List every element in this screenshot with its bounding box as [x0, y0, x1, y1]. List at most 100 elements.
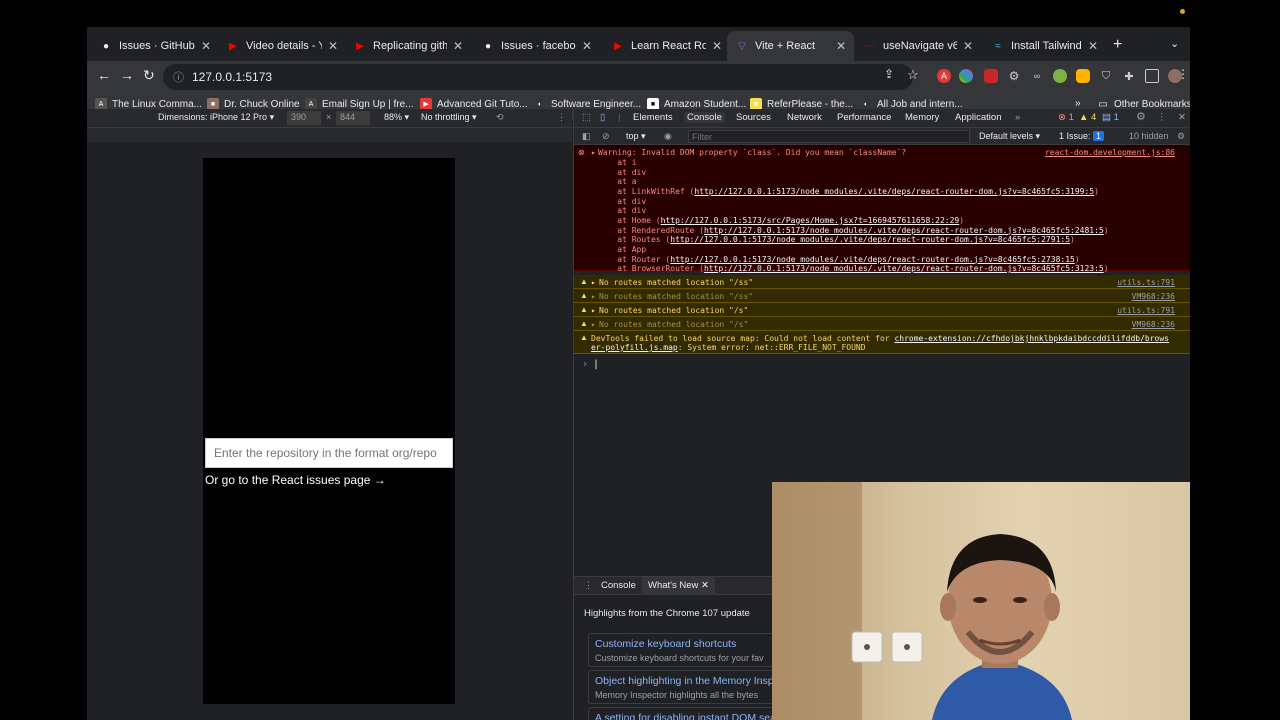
- drawer-tab-whats-new[interactable]: What's New ✕: [642, 577, 715, 595]
- tab-application[interactable]: Application: [955, 112, 1001, 123]
- device-toggle-icon[interactable]: ▯: [600, 112, 605, 123]
- browser-tab[interactable]: ≈ Install Tailwind CSS ✕: [983, 31, 1106, 61]
- drawer-tab-console[interactable]: Console: [601, 580, 636, 591]
- viewport-width-input[interactable]: 390: [287, 111, 321, 125]
- close-tab-icon[interactable]: ✕: [582, 39, 592, 53]
- adblock-icon[interactable]: A: [937, 69, 951, 83]
- browser-tab[interactable]: ▶ Learn React Router ✕: [603, 31, 730, 61]
- zoom-dropdown[interactable]: 88% ▾: [384, 112, 409, 123]
- context-dropdown[interactable]: top ▾: [626, 131, 646, 142]
- close-tab-icon[interactable]: ✕: [836, 39, 846, 53]
- browser-tab[interactable]: ⋯ useNavigate v6.4.2 ✕: [855, 31, 981, 61]
- device-menu-icon[interactable]: ⋮: [557, 112, 566, 123]
- drawer-menu-icon[interactable]: ⋮: [584, 580, 593, 591]
- new-tab-icon[interactable]: +: [1113, 36, 1122, 54]
- extension-glasses-icon[interactable]: ∞: [1030, 69, 1044, 83]
- close-devtools-icon[interactable]: ✕: [1178, 112, 1186, 123]
- warning-source-link[interactable]: VM968:236: [1132, 320, 1175, 329]
- browser-tab[interactable]: ▶ Video details - You ✕: [218, 31, 346, 61]
- close-tab-icon[interactable]: ✕: [453, 39, 463, 53]
- react-issues-link[interactable]: Or go to the React issues page →: [205, 473, 386, 487]
- bookmark-star-icon[interactable]: ☆: [907, 67, 919, 83]
- browser-menu-icon[interactable]: ⋮: [1177, 67, 1189, 81]
- settings-icon[interactable]: ⚙: [1136, 110, 1146, 123]
- viewport-height-input[interactable]: 844: [336, 111, 370, 125]
- tab-performance[interactable]: Performance: [837, 112, 891, 123]
- warning-source-link[interactable]: utils.ts:791: [1117, 278, 1175, 287]
- tab-sources[interactable]: Sources: [736, 112, 771, 123]
- extension-green-icon[interactable]: [1053, 69, 1067, 83]
- browser-tab[interactable]: ● Issues · GitHub Do ✕: [91, 31, 219, 61]
- browser-tab[interactable]: ▶ Replicating github ✕: [345, 31, 471, 61]
- tab-network[interactable]: Network: [787, 112, 822, 123]
- warning-expand-icon[interactable]: ▸: [591, 278, 596, 287]
- rotate-icon[interactable]: ⟲: [496, 112, 504, 123]
- close-tab-icon[interactable]: ✕: [963, 39, 973, 53]
- tab-title: Learn React Router: [631, 40, 706, 52]
- stack-frame-link[interactable]: http://127.0.0.1:5173/node_modules/.vite…: [670, 235, 1070, 244]
- levels-dropdown[interactable]: Default levels ▾: [979, 131, 1040, 142]
- more-bookmarks-icon[interactable]: »: [1075, 98, 1081, 109]
- console-settings-icon[interactable]: ⚙: [1177, 131, 1185, 142]
- inspect-element-icon[interactable]: ⬚: [582, 112, 591, 123]
- tab-memory[interactable]: Memory: [905, 112, 939, 123]
- sourcemap-link-cont[interactable]: er-polyfill.js.map: [591, 343, 678, 352]
- stack-frame-link[interactable]: http://127.0.0.1:5173/node_modules/.vite…: [694, 187, 1094, 196]
- console-filter-input[interactable]: [688, 130, 970, 143]
- extension-red-icon[interactable]: [984, 69, 998, 83]
- close-tab-icon[interactable]: ✕: [201, 39, 211, 53]
- stack-frame-link[interactable]: http://127.0.0.1:5173/node_modules/.vite…: [704, 226, 1104, 235]
- error-count-badge[interactable]: ⊗ 1: [1058, 112, 1074, 123]
- close-whats-new-icon[interactable]: ✕: [701, 580, 709, 591]
- repository-input[interactable]: [205, 438, 453, 468]
- card-title[interactable]: Customize keyboard shortcuts: [595, 638, 736, 650]
- shield-icon[interactable]: ⛉: [1099, 69, 1113, 83]
- forward-icon[interactable]: →: [120, 67, 134, 83]
- stack-frame-close: ): [1103, 225, 1109, 235]
- sidebar-toggle-icon[interactable]: ◧: [582, 131, 591, 142]
- card-description: Memory Inspector highlights all the byte…: [595, 690, 759, 700]
- error-expand-icon[interactable]: ▸: [591, 148, 596, 157]
- close-tab-icon[interactable]: ✕: [712, 39, 722, 53]
- sourcemap-link[interactable]: chrome-extension://cfhdojbkjhnklbpkdaibd…: [894, 334, 1169, 343]
- extension-yellow-icon[interactable]: [1076, 69, 1090, 83]
- back-icon[interactable]: ←: [97, 67, 111, 83]
- stack-frame-text: at div: [598, 196, 647, 206]
- tab-console[interactable]: Console: [684, 112, 725, 123]
- error-source-link[interactable]: react-dom.development.js:86: [1045, 148, 1175, 157]
- stack-frame-link[interactable]: http://127.0.0.1:5173/src/Pages/Home.jsx…: [661, 216, 960, 225]
- card-title[interactable]: Object highlighting in the Memory Inspe: [595, 675, 779, 687]
- stack-frame-link[interactable]: http://127.0.0.1:5173/node_modules/.vite…: [704, 264, 1104, 273]
- devtools-menu-icon[interactable]: ⋮: [1157, 112, 1167, 123]
- color-picker-icon[interactable]: [959, 69, 973, 83]
- throttling-dropdown[interactable]: No throttling ▾: [421, 112, 477, 123]
- gear-extension-icon[interactable]: ⚙: [1007, 69, 1021, 83]
- warning-expand-icon[interactable]: ▸: [591, 306, 596, 315]
- stack-frame-link[interactable]: http://127.0.0.1:5173/node_modules/.vite…: [670, 255, 1075, 264]
- tab-search-icon[interactable]: ⌄: [1170, 37, 1179, 50]
- info-count-badge[interactable]: ▤ 1: [1102, 112, 1119, 123]
- share-icon[interactable]: ⇪: [884, 67, 894, 81]
- reload-icon[interactable]: ↻: [143, 67, 155, 84]
- card-title[interactable]: A setting for disabling instant DOM sea: [595, 712, 776, 720]
- warning-count-badge[interactable]: ▲ 4: [1079, 112, 1096, 123]
- close-tab-icon[interactable]: ✕: [328, 39, 338, 53]
- warning-source-link[interactable]: VM968:236: [1132, 292, 1175, 301]
- browser-tab[interactable]: ▽ Vite + React ✕: [727, 31, 854, 61]
- clear-console-icon[interactable]: ⊘: [602, 131, 610, 142]
- eye-icon[interactable]: ◉: [664, 131, 672, 142]
- warning-expand-icon[interactable]: ▸: [591, 292, 596, 301]
- tab-elements[interactable]: Elements: [633, 112, 673, 123]
- dimensions-dropdown[interactable]: Dimensions: iPhone 12 Pro ▾: [158, 112, 274, 123]
- issues-button[interactable]: 1 Issue: 1: [1059, 131, 1105, 141]
- browser-tab[interactable]: ● Issues · facebook/r ✕: [473, 31, 600, 61]
- close-tab-icon[interactable]: ✕: [1088, 39, 1098, 53]
- extensions-puzzle-icon[interactable]: ✚: [1122, 69, 1136, 83]
- more-tabs-icon[interactable]: »: [1015, 112, 1020, 123]
- side-panel-icon[interactable]: [1145, 69, 1159, 83]
- warning-expand-icon[interactable]: ▸: [591, 320, 596, 329]
- warning-source-link[interactable]: utils.ts:791: [1117, 306, 1175, 315]
- address-bar[interactable]: ⓘ 127.0.0.1:5173: [163, 64, 913, 90]
- info-icon[interactable]: ⓘ: [173, 69, 184, 85]
- console-prompt[interactable]: › |: [582, 359, 599, 370]
